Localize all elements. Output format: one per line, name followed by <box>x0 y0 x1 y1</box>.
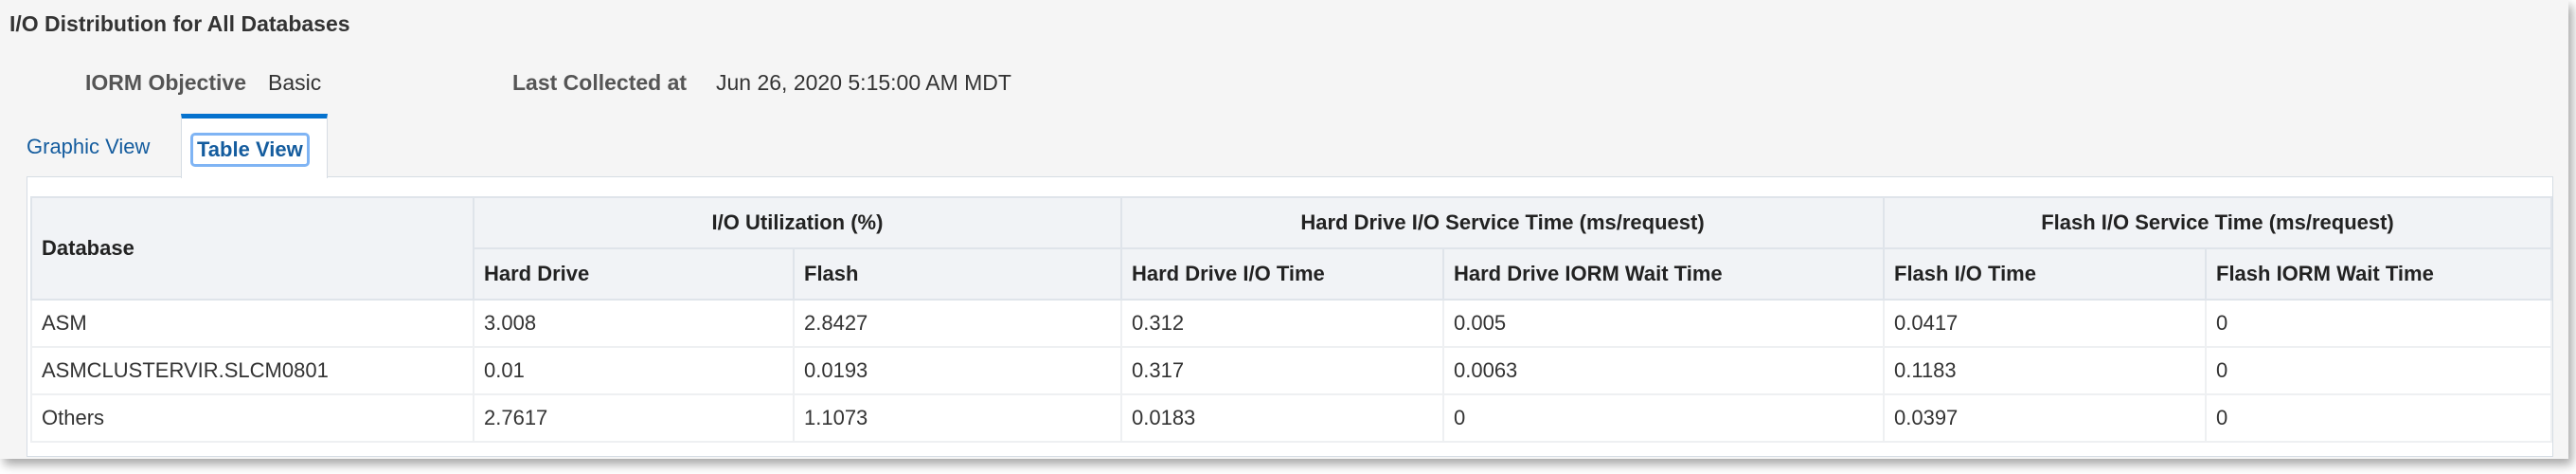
cell: 0 <box>2205 393 2552 443</box>
region-title: I/O Distribution for All Databases <box>9 11 350 36</box>
group-header-flash-service-time: Flash I/O Service Time (ms/request) <box>1883 196 2552 249</box>
column-header-flash-io-time[interactable]: Flash I/O Time <box>1883 247 2207 301</box>
last-collected-label: Last Collected at <box>512 70 688 95</box>
cell-database: ASM <box>30 299 474 348</box>
cell: 3.008 <box>473 299 795 348</box>
tab-table-view-label: Table View <box>190 133 310 167</box>
cell: 2.8427 <box>793 299 1122 348</box>
column-header-hard-drive-io-time[interactable]: Hard Drive I/O Time <box>1120 247 1444 301</box>
cell: 0.317 <box>1120 346 1444 395</box>
cell: 0.005 <box>1442 299 1885 348</box>
cell-database: ASMCLUSTERVIR.SLCM0801 <box>30 346 474 395</box>
cell-database: Others <box>30 393 474 443</box>
cell: 0 <box>1442 393 1885 443</box>
table-panel: Database I/O Utilization (%) Hard Drive … <box>27 176 2553 457</box>
column-header-flash[interactable]: Flash <box>793 247 1122 301</box>
cell: 0.1183 <box>1883 346 2207 395</box>
table-row[interactable]: Others 2.7617 1.1073 0.0183 0 0.0397 0 <box>30 393 2552 443</box>
last-collected-value: Jun 26, 2020 5:15:00 AM MDT <box>716 70 1011 95</box>
group-header-io-utilization: I/O Utilization (%) <box>473 196 1122 249</box>
tab-table-view[interactable]: Table View <box>181 114 328 178</box>
tab-graphic-view[interactable]: Graphic View <box>27 135 150 159</box>
column-header-hard-drive-iorm-wait-time[interactable]: Hard Drive IORM Wait Time <box>1442 247 1885 301</box>
cell: 0.0397 <box>1883 393 2207 443</box>
column-header-hard-drive[interactable]: Hard Drive <box>473 247 795 301</box>
cell: 0.312 <box>1120 299 1444 348</box>
cell: 1.1073 <box>793 393 1122 443</box>
cell: 0 <box>2205 346 2552 395</box>
cell: 0.0063 <box>1442 346 1885 395</box>
cell: 0.0417 <box>1883 299 2207 348</box>
column-header-database[interactable]: Database <box>30 196 474 301</box>
iorm-objective-value: Basic <box>268 70 322 95</box>
io-distribution-table: Database I/O Utilization (%) Hard Drive … <box>30 196 2552 443</box>
io-distribution-region: I/O Distribution for All Databases IORM … <box>0 0 2568 459</box>
table-row[interactable]: ASMCLUSTERVIR.SLCM0801 0.01 0.0193 0.317 0.0… <box>30 346 2552 395</box>
cell: 0 <box>2205 299 2552 348</box>
cell: 0.01 <box>473 346 795 395</box>
column-header-flash-iorm-wait-time[interactable]: Flash IORM Wait Time <box>2205 247 2552 301</box>
table-row[interactable]: ASM 3.008 2.8427 0.312 0.005 0.0417 0 <box>30 299 2552 348</box>
iorm-objective-label: IORM Objective <box>85 70 246 95</box>
group-header-hard-drive-service-time: Hard Drive I/O Service Time (ms/request) <box>1120 196 1885 249</box>
cell: 0.0193 <box>793 346 1122 395</box>
cell: 0.0183 <box>1120 393 1444 443</box>
cell: 2.7617 <box>473 393 795 443</box>
